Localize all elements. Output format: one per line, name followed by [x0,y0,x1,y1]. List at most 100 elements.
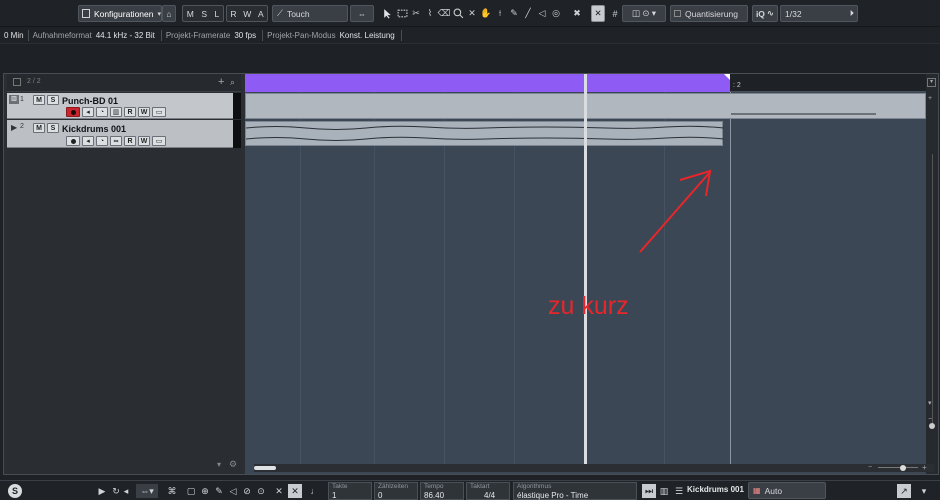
arrow-up-right-icon[interactable]: ↗ [897,484,911,498]
vertical-zoom-handle[interactable] [929,423,935,429]
home-icon[interactable]: ⌂ [162,5,176,22]
track-name[interactable]: Kickdrums 001 [62,124,126,134]
lanes-icon[interactable]: ∞ [110,136,122,146]
add-track-icon[interactable]: + [218,76,224,88]
beats-field[interactable]: Zählzeiten 0 [374,482,418,500]
horizontal-scroll-thumb[interactable] [254,466,276,470]
crosshair-icon[interactable]: ✕ [272,484,286,498]
zoom-preset-icon[interactable]: ▾ [927,78,936,87]
quantize-type-dropdown[interactable]: Quantisierung [670,5,748,22]
track-visibility-icon[interactable] [13,78,21,86]
metronome-icon[interactable]: ◂ [122,484,130,498]
info-framerate-value[interactable]: 30 fps [234,31,262,40]
solo-button[interactable]: S [47,95,59,105]
mode-a-button[interactable]: A [258,9,264,19]
grid-type-dropdown[interactable]: ◫ ⊙ ▾ [622,5,666,22]
track-name[interactable]: Punch-BD 01 [62,96,118,106]
erase-icon[interactable]: ⌫ [437,5,451,22]
quantize-value-dropdown[interactable]: 1/32 ⏵ [780,5,858,22]
monitor-icon[interactable]: ◂ [82,136,94,146]
track-settings-icon[interactable]: ▭ [152,136,166,146]
info-panmode-value[interactable]: Konst. Leistung [340,31,401,40]
track-list-settings-icon[interactable]: ⚙ [229,459,237,470]
auto-mode-dropdown[interactable]: ▦ Auto [748,482,826,499]
play-tool-icon[interactable]: ◁ [535,5,549,22]
write-automation-button[interactable]: W [138,107,150,117]
timebase-icon[interactable]: ◔ [96,107,108,117]
playhead-cursor[interactable] [584,74,587,467]
note-icon[interactable]: ♩ [308,484,322,498]
expand-menu-icon[interactable]: ▾ [917,484,931,498]
glue-icon[interactable]: ⌇ [423,5,437,22]
track-nav-icon[interactable]: ⏭ [642,484,656,498]
timewarp-icon[interactable]: ⟊ [493,5,507,22]
instrument-editor-icon[interactable]: ▥ [110,107,122,117]
mode-s-button[interactable]: S [201,9,207,19]
audio-event-kickdrums[interactable] [245,121,724,146]
track-row-audio[interactable]: ▶ 2 M S Kickdrums 001 ◂ ◔ ∞ R W ▭ [7,120,241,148]
horizontal-zoom-handle[interactable] [900,465,906,471]
lines-icon[interactable]: ☰ [672,484,686,498]
search-icon[interactable]: ⌕ [230,77,235,88]
horizontal-scrollbar[interactable]: − + [254,463,934,472]
track-list-scroll-down-icon[interactable]: ▾ [217,460,221,469]
drag-mode-bottom-icon[interactable]: ⇔▾ [136,484,158,498]
timebase-icon[interactable]: ◔ [96,136,108,146]
mute-button[interactable]: M [33,123,45,133]
track-settings-icon[interactable]: ▭ [152,107,166,117]
range-select-icon[interactable] [395,5,409,22]
solo-button[interactable]: S [47,123,59,133]
grid-icon[interactable]: # [608,5,622,22]
read-automation-button[interactable]: R [124,107,136,117]
split-icon[interactable]: ✂ [409,5,423,22]
mute-button[interactable]: M [33,95,45,105]
hand-bottom-icon[interactable]: ⊙ [254,484,268,498]
track-row-instrument[interactable]: ▥ 1 M S Punch-BD 01 ◂ ◔ ▥ R W ▭ [7,93,241,119]
record-enable-button[interactable] [66,136,80,146]
pencil-icon[interactable]: ✎ [212,484,226,498]
write-automation-button[interactable]: W [138,136,150,146]
automation-mode-dropdown[interactable]: ⟋ Touch [272,5,348,22]
cycle-range[interactable] [245,74,730,92]
scrub-icon[interactable]: ⊘ [240,484,254,498]
configurations-dropdown[interactable]: Konfigurationen ▾ [78,5,162,22]
bars-field[interactable]: Takte 1 [328,482,372,500]
color-tool-icon[interactable]: ◎ [549,5,563,22]
read-automation-button[interactable]: R [124,136,136,146]
time-signature-field[interactable]: Taktart 4/4 [466,482,510,500]
loop-icon[interactable]: ↻ [109,484,123,498]
info-record-format-value[interactable]: 44.1 kHz - 32 Bit [96,31,161,40]
range-tool-icon[interactable]: ▢ [184,484,198,498]
mute-tool-icon[interactable]: ✕ [465,5,479,22]
speaker-icon[interactable]: ◁ [226,484,240,498]
vertical-zoom-track[interactable] [932,154,933,424]
cross-icon[interactable]: ✖ [570,5,584,22]
expand-icon[interactable]: ▶ [11,123,17,132]
mode-w-button[interactable]: W [243,9,251,19]
play-icon[interactable]: ▶ [95,484,109,498]
draw-icon[interactable]: ✎ [507,5,521,22]
hand-icon[interactable]: ✋ [479,5,493,22]
zoom-icon[interactable] [451,5,465,22]
snap-toggle-icon[interactable]: ✕ [591,5,605,22]
zoom-out-vertical-icon[interactable]: − [928,416,932,423]
tempo-field[interactable]: Tempo 86.40 [420,482,464,500]
snap-bottom-icon[interactable]: ⌘ [165,484,179,498]
monitor-icon[interactable]: ◂ [82,107,94,117]
zoom-out-horizontal-icon[interactable]: − [868,464,872,471]
cubase-logo-icon[interactable]: S [8,484,22,498]
iq-button[interactable]: iQ ∿ [752,5,778,22]
zoom-in-horizontal-icon[interactable]: + [922,463,927,472]
horizontal-zoom-track[interactable] [878,467,918,468]
algorithm-field[interactable]: Algorithmus élastique Pro - Time [513,482,637,500]
drag-mode-icon[interactable]: ⇔ [350,5,374,22]
zoom-tool-icon[interactable]: ⊕ [198,484,212,498]
part-nav-icon[interactable]: ▥ [657,484,671,498]
mode-m-button[interactable]: M [187,9,194,19]
mode-r-button[interactable]: R [230,9,236,19]
selected-track-name[interactable]: Kickdrums 001 [687,485,744,494]
mode-l-button[interactable]: L [215,9,220,19]
object-select-icon[interactable] [380,5,394,22]
snap-toggle-bottom-icon[interactable]: ✕ [288,484,302,498]
scroll-down-icon[interactable]: ▾ [928,399,932,407]
